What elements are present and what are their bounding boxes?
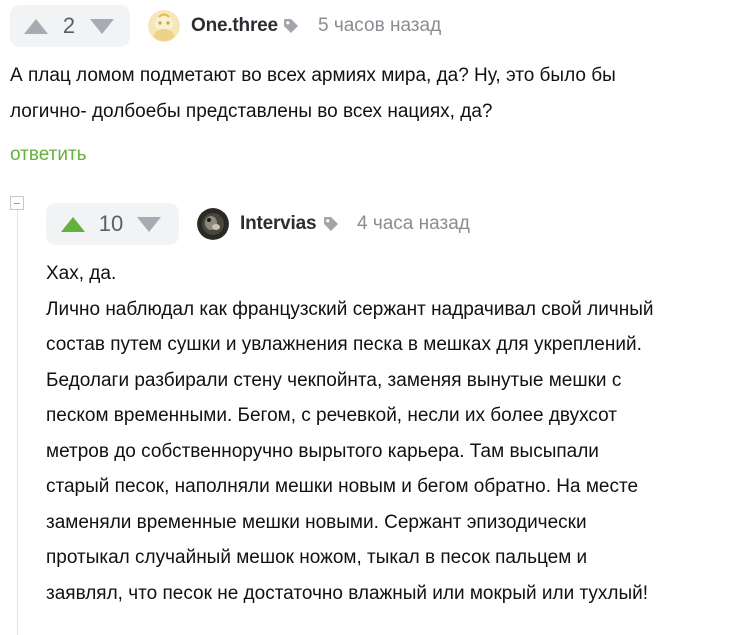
- thread-line[interactable]: [17, 205, 18, 635]
- comment-text-line: песком временными. Бегом, с речевкой, не…: [46, 405, 617, 426]
- comment-time[interactable]: 5 часов назад: [318, 15, 441, 37]
- minus-icon: [14, 202, 20, 204]
- comment-text-line: Хах, да.: [46, 263, 117, 284]
- tag-icon[interactable]: [283, 18, 299, 34]
- downvote-arrow-icon[interactable]: [137, 216, 161, 232]
- vote-control: 10: [46, 203, 179, 245]
- reply-link[interactable]: ответить: [10, 144, 87, 166]
- comment-text: А плац ломом подметают во всех армиях ми…: [10, 58, 616, 129]
- comment-text-line: заявлял, что песок не достаточно влажный…: [46, 582, 649, 604]
- upvote-arrow-icon[interactable]: [61, 216, 85, 232]
- comment-time[interactable]: 4 часа назад: [357, 213, 470, 235]
- comment-text-line: Лично наблюдал как французский сержант н…: [46, 298, 654, 320]
- comment-text-line: заменяли временные мешки новыми. Сержант…: [46, 511, 587, 533]
- comment-text-line: логично- долбоебы представлены во всех н…: [10, 100, 493, 122]
- rating-count: 10: [98, 211, 124, 236]
- avatar-dark-icon[interactable]: [197, 208, 229, 240]
- author-name[interactable]: One.three: [191, 15, 278, 37]
- comment-text: Хах, да. Лично наблюдал как французский …: [46, 256, 653, 611]
- comment-text-line: метров до собственноручно вырытого карье…: [46, 440, 599, 462]
- comment-text-line: старый песок, наполняли мешки новым и бе…: [46, 476, 639, 497]
- author-name[interactable]: Intervias: [240, 213, 317, 235]
- comment-text-line: состав путем сушки и увлажнения песка в …: [46, 334, 642, 355]
- comment-text-line: протыкал случайный мешок ножом, тыкал в …: [46, 547, 588, 568]
- avatar-cream-icon[interactable]: [148, 10, 180, 42]
- vote-control: 2: [10, 5, 130, 47]
- comment-text-line: А плац ломом подметают во всех армиях ми…: [10, 65, 616, 86]
- upvote-arrow-icon[interactable]: [24, 18, 48, 34]
- rating-count: 2: [62, 13, 76, 38]
- collapse-thread-button[interactable]: [10, 196, 24, 210]
- downvote-arrow-icon[interactable]: [90, 18, 114, 34]
- tag-icon[interactable]: [323, 216, 339, 232]
- comment-text-line: Бедолаги разбирали стену чекпойнта, заме…: [46, 369, 622, 391]
